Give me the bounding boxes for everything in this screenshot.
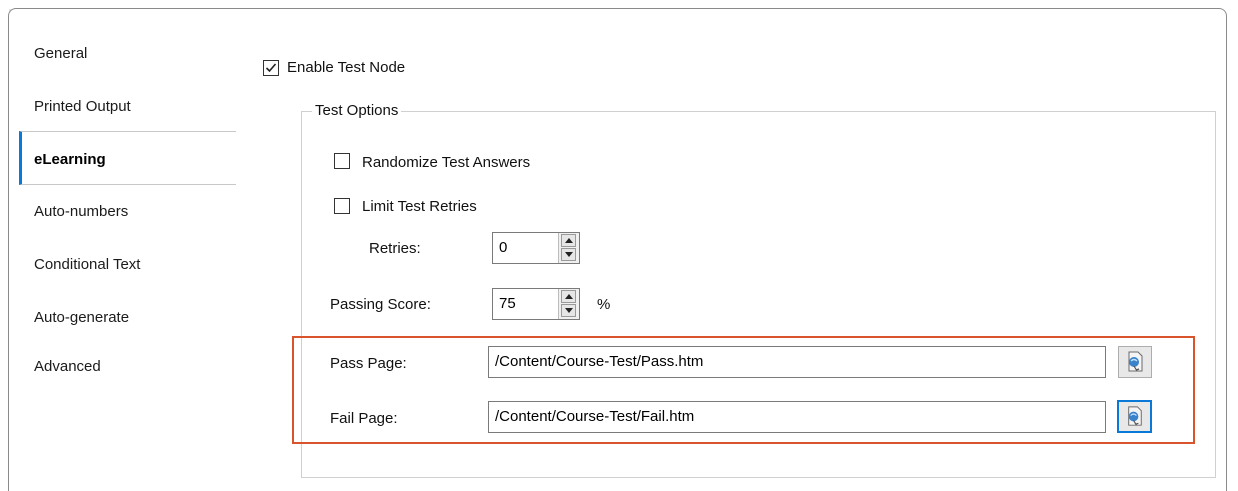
randomize-test-answers-checkbox[interactable] <box>334 153 350 169</box>
fail-page-input[interactable]: /Content/Course-Test/Fail.htm <box>488 401 1106 433</box>
retries-value: 0 <box>499 239 508 256</box>
fail-page-browse-button[interactable] <box>1117 400 1152 433</box>
test-options-title: Test Options <box>312 102 402 119</box>
spin-up-icon[interactable] <box>561 234 576 247</box>
fail-page-label: Fail Page: <box>330 410 398 427</box>
tab-printed-output[interactable]: Printed Output <box>34 98 131 115</box>
retries-spinner[interactable] <box>558 233 579 263</box>
limit-test-retries-checkbox[interactable] <box>334 198 350 214</box>
spin-down-icon[interactable] <box>561 304 576 317</box>
tab-advanced[interactable]: Advanced <box>34 358 101 375</box>
tab-elearning[interactable]: eLearning <box>34 151 106 168</box>
browse-file-icon <box>1128 351 1143 372</box>
tab-auto-generate[interactable]: Auto-generate <box>34 309 129 326</box>
enable-test-node-label: Enable Test Node <box>287 59 406 76</box>
pass-page-input[interactable]: /Content/Course-Test/Pass.htm <box>488 346 1106 378</box>
percent-unit: % <box>597 296 611 313</box>
retries-label: Retries: <box>369 240 421 257</box>
passing-score-input[interactable]: 75 <box>492 288 580 320</box>
passing-score-spinner[interactable] <box>558 289 579 319</box>
browse-file-icon <box>1128 406 1142 426</box>
passing-score-label: Passing Score: <box>330 296 431 313</box>
pass-page-label: Pass Page: <box>330 355 407 372</box>
tab-conditional-text[interactable]: Conditional Text <box>34 256 140 273</box>
spin-down-icon[interactable] <box>561 248 576 261</box>
checkmark-icon <box>265 63 277 73</box>
retries-input[interactable]: 0 <box>492 232 580 264</box>
tab-auto-numbers[interactable]: Auto-numbers <box>34 203 128 220</box>
enable-test-node-checkbox[interactable] <box>263 60 279 76</box>
limit-test-retries-label: Limit Test Retries <box>362 198 477 215</box>
pass-page-browse-button[interactable] <box>1118 346 1152 378</box>
passing-score-value: 75 <box>499 295 516 312</box>
spin-up-icon[interactable] <box>561 290 576 303</box>
tab-general[interactable]: General <box>34 45 87 62</box>
randomize-test-answers-label: Randomize Test Answers <box>362 154 531 171</box>
